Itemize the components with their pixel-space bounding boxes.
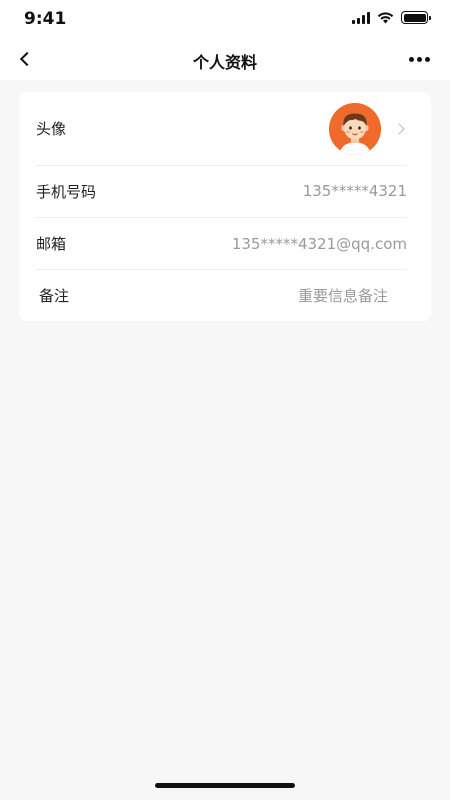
profile-card: 头像 手机号码 135*****4321 邮箱 135*****4321@qq.… (19, 92, 431, 321)
nav-bar: 个人资料 (0, 38, 450, 80)
page-title: 个人资料 (192, 53, 257, 72)
battery-fill (403, 13, 426, 22)
avatar-label: 头像 (36, 120, 67, 138)
email-row[interactable]: 邮箱 135*****4321@qq.com (36, 218, 407, 269)
note-row[interactable]: 备注 重要信息备注 (36, 270, 407, 321)
cellular-signal-icon (352, 11, 370, 24)
avatar[interactable] (329, 102, 381, 155)
note-label: 备注 (39, 287, 70, 305)
status-icons (352, 11, 431, 24)
avatar-right (329, 102, 407, 155)
more-button[interactable] (406, 48, 432, 70)
phone-label: 手机号码 (36, 182, 97, 201)
home-indicator[interactable] (155, 783, 295, 788)
email-value: 135*****4321@qq.com (231, 234, 407, 253)
email-label: 邮箱 (36, 235, 67, 253)
wifi-icon (377, 11, 394, 23)
phone-value: 135*****4321 (302, 182, 407, 200)
avatar-row[interactable]: 头像 (36, 92, 407, 165)
status-time: 9:41 (24, 9, 67, 29)
chevron-right-icon (393, 122, 405, 135)
status-bar: 9:41 (0, 0, 450, 38)
more-dot-icon (416, 56, 422, 62)
more-dot-icon (424, 56, 430, 62)
more-dot-icon (408, 56, 414, 62)
profile-screen: 9:41 个人资料 头像 手机号码 135*****4321 邮箱 135***… (0, 0, 450, 800)
cartoon-boy-avatar-icon (329, 102, 381, 155)
phone-row[interactable]: 手机号码 135*****4321 (36, 165, 407, 217)
battery-icon (401, 11, 431, 24)
note-input[interactable]: 重要信息备注 (298, 285, 388, 306)
